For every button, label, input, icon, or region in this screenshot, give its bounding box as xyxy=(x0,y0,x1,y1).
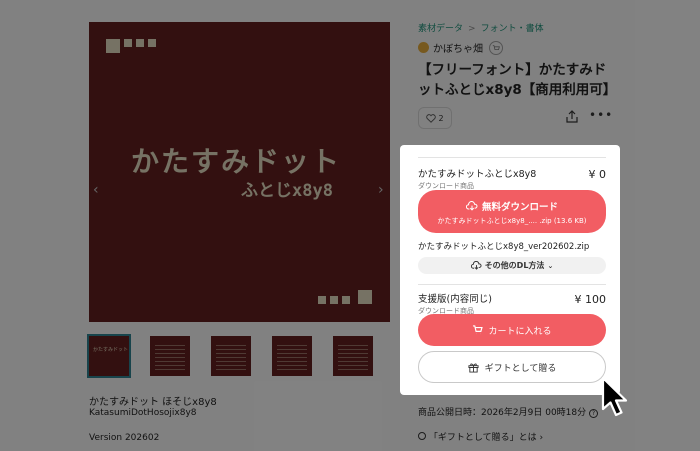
chevron-down-icon: ⌄ xyxy=(547,261,554,270)
support-item-row: 支援版(内容同じ) ダウンロード商品 ¥ 100 xyxy=(418,291,606,316)
cursor-icon xyxy=(601,376,628,417)
cloud-download-icon xyxy=(470,261,482,270)
other-download-methods[interactable]: その他のDL方法 ⌄ xyxy=(418,257,606,274)
divider xyxy=(418,284,606,285)
free-download-label: 無料ダウンロード xyxy=(481,202,558,213)
add-to-cart-button[interactable]: カートに入れる xyxy=(418,314,606,346)
file-name: かたすみドットふとじx8y8_ver202602.zip xyxy=(418,242,590,252)
support-item-price: ¥ 100 xyxy=(574,293,607,306)
free-download-button[interactable]: 無料ダウンロード かたすみドットふとじx8y8_.... .zip (13.6 … xyxy=(418,190,606,233)
divider xyxy=(418,157,606,158)
cloud-download-icon xyxy=(465,201,478,211)
free-item-row: かたすみドットふとじx8y8 ダウンロード商品 ¥ 0 xyxy=(418,166,606,191)
gift-icon xyxy=(468,362,479,373)
free-item-name: かたすみドットふとじx8y8 xyxy=(418,169,537,180)
other-download-label: その他のDL方法 xyxy=(484,261,545,270)
free-item-price: ¥ 0 xyxy=(588,168,607,181)
purchase-panel: かたすみドットふとじx8y8 ダウンロード商品 ¥ 0 無料ダウンロード かたす… xyxy=(400,145,620,395)
gift-button[interactable]: ギフトとして贈る xyxy=(418,351,606,383)
gift-button-label: ギフトとして贈る xyxy=(484,363,557,374)
add-to-cart-label: カートに入れる xyxy=(488,327,552,337)
download-file-info: かたすみドットふとじx8y8_.... .zip (13.6 KB) xyxy=(437,217,587,225)
cart-icon xyxy=(473,325,484,335)
